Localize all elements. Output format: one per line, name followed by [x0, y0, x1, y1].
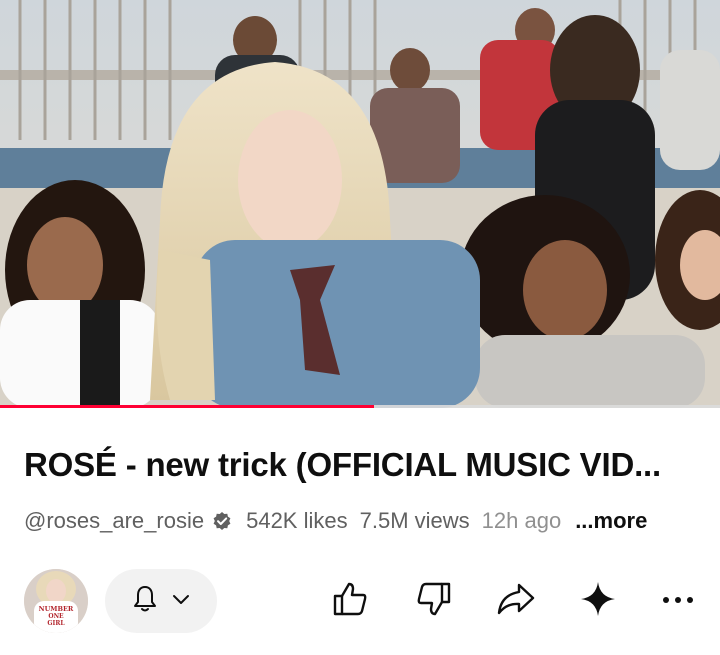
- video-title[interactable]: ROSÉ - new trick (OFFICIAL MUSIC VID...: [24, 446, 704, 484]
- avatar-shirt-line-1: NUMBER: [39, 605, 74, 613]
- progress-bar-fill: [0, 405, 375, 408]
- dislike-icon: [414, 579, 454, 624]
- ask-ai-button[interactable]: [576, 579, 620, 623]
- dislike-button[interactable]: [412, 579, 456, 623]
- upload-time: 12h ago: [481, 508, 562, 533]
- channel-avatar[interactable]: NUMBER ONE GIRL: [24, 569, 88, 633]
- sparkle-icon: [578, 579, 618, 624]
- avatar-shirt-line-3: GIRL: [47, 620, 65, 627]
- channel-handle[interactable]: @roses_are_rosie: [24, 508, 204, 534]
- like-icon: [330, 579, 370, 624]
- like-button[interactable]: [328, 579, 372, 623]
- chevron-down-icon: [172, 592, 190, 610]
- bell-icon: [132, 584, 158, 619]
- subscription-notifications-button[interactable]: [105, 569, 217, 633]
- progress-bar[interactable]: [0, 405, 720, 408]
- likes-count: 542K likes: [246, 508, 348, 533]
- video-frame: [0, 0, 720, 408]
- video-meta[interactable]: @roses_are_rosie 542K likes 7.5M views 1…: [24, 506, 647, 536]
- action-row: NUMBER ONE GIRL: [0, 566, 720, 636]
- more-link[interactable]: ...more: [575, 508, 647, 534]
- avatar-shirt-line-2: ONE: [48, 613, 64, 620]
- more-icon: [660, 592, 696, 610]
- share-icon: [495, 579, 537, 624]
- more-options-button[interactable]: [656, 579, 700, 623]
- share-button[interactable]: [494, 579, 538, 623]
- views-count: 7.5M views: [359, 508, 470, 533]
- video-player[interactable]: [0, 0, 720, 408]
- verified-badge-icon: [212, 511, 232, 531]
